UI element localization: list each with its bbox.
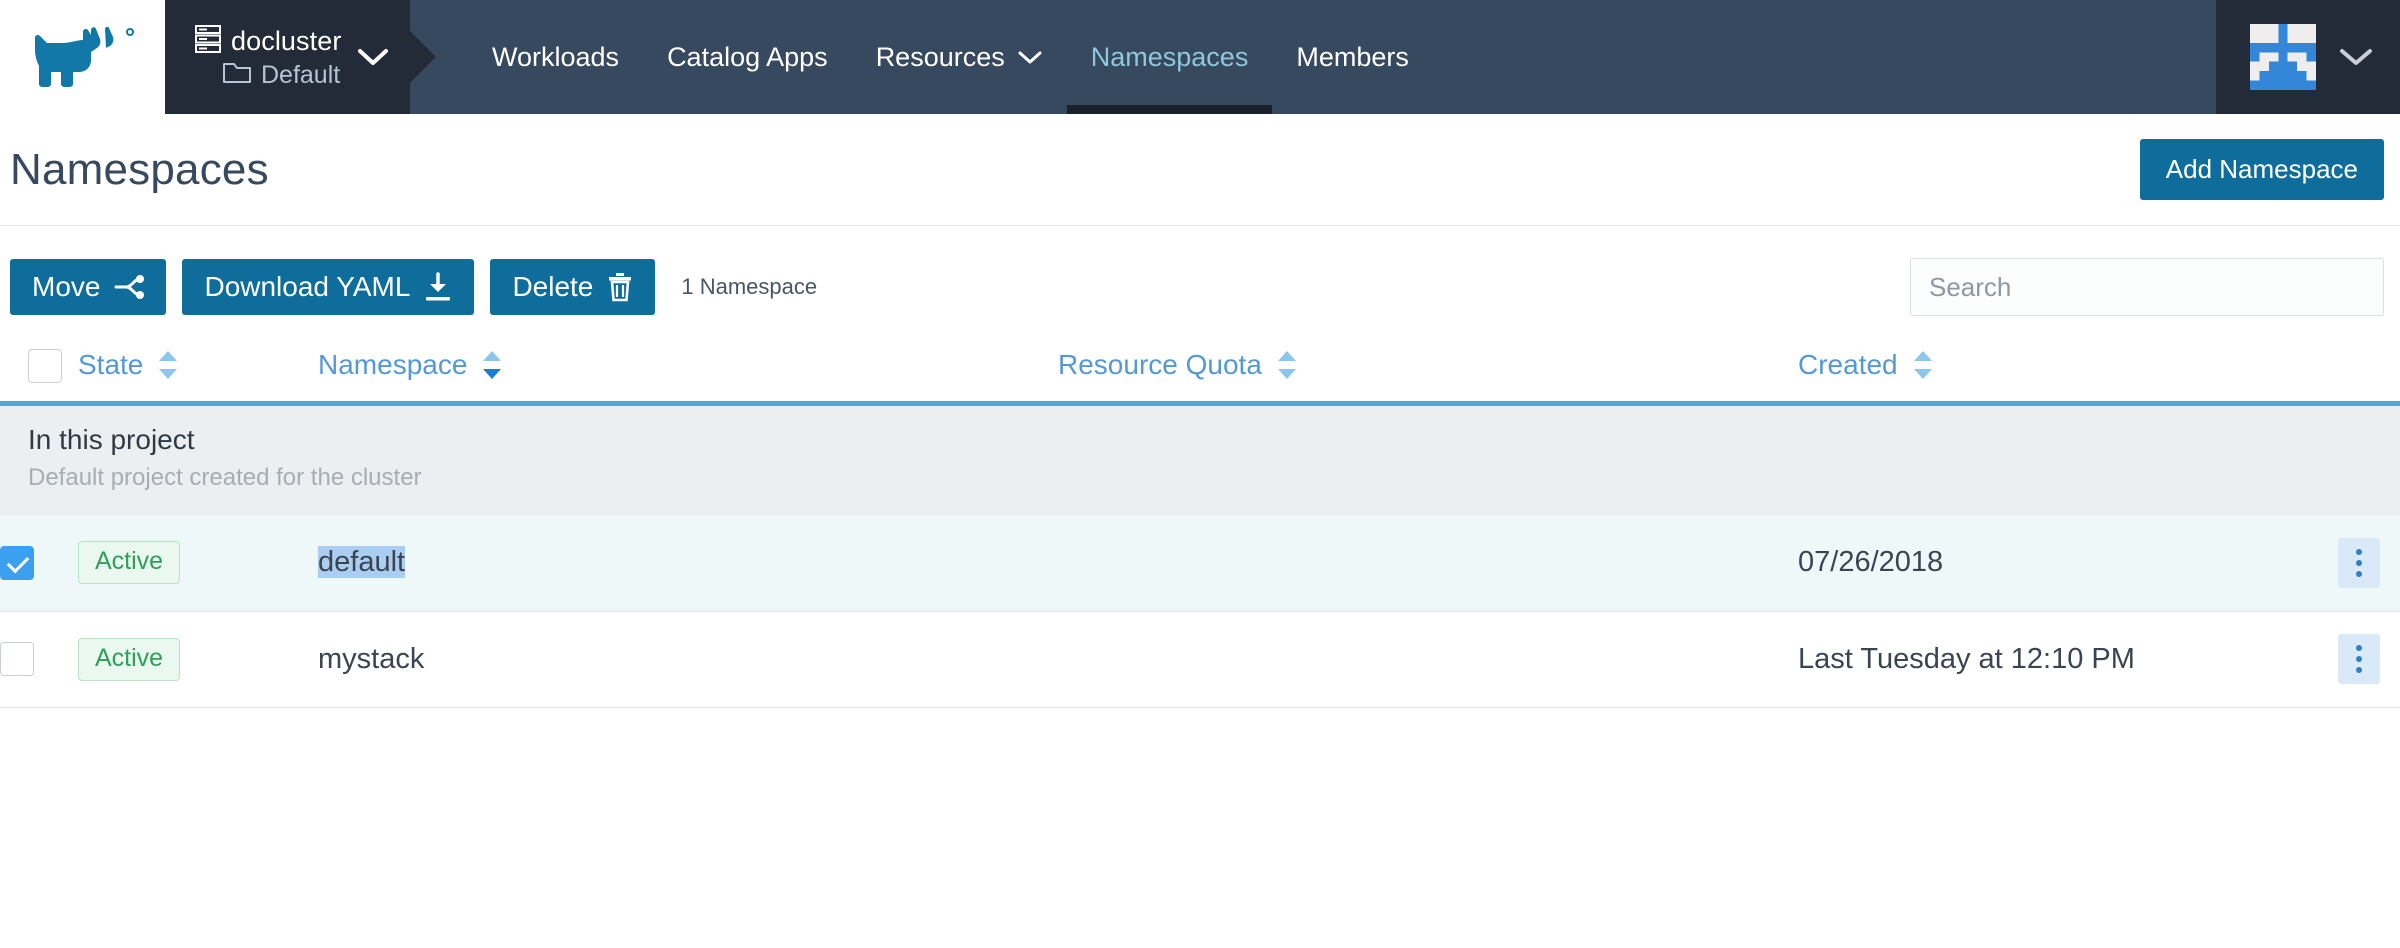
nav-label: Namespaces bbox=[1090, 41, 1249, 72]
delete-button-label: Delete bbox=[512, 271, 594, 302]
dot bbox=[2356, 548, 2362, 555]
group-title: In this project bbox=[28, 423, 195, 455]
table-row[interactable]: Active default 07/26/2018 bbox=[0, 515, 2400, 612]
nav-label: Members bbox=[1296, 41, 1409, 72]
sort-wrap: Namespace bbox=[318, 349, 503, 381]
namespace-link[interactable]: default bbox=[318, 546, 406, 579]
rancher-cow-logo-icon bbox=[29, 26, 137, 88]
column-label: Resource Quota bbox=[1058, 349, 1262, 381]
column-label: State bbox=[78, 349, 144, 381]
search-input[interactable] bbox=[1910, 258, 2384, 316]
column-header-created[interactable]: Created bbox=[1798, 336, 2298, 401]
row-created-cell: 07/26/2018 bbox=[1798, 515, 2298, 612]
group-subtitle: Default project created for the cluster bbox=[28, 464, 422, 492]
row-checkbox[interactable] bbox=[0, 642, 34, 677]
row-namespace-cell: mystack bbox=[318, 611, 1058, 708]
row-resource-quota-cell bbox=[1058, 515, 1798, 612]
namespaces-table: State Namespace Resource Quota Created I… bbox=[0, 336, 2400, 708]
cluster-selector-lines: docluster Default bbox=[195, 24, 342, 90]
group-header-cell: In this project Default project created … bbox=[0, 405, 2400, 516]
dot bbox=[2356, 645, 2362, 652]
sort-toggle-icon[interactable] bbox=[157, 350, 179, 380]
cluster-name: docluster bbox=[231, 25, 342, 56]
namespace-link[interactable]: mystack bbox=[318, 643, 424, 675]
folder-icon bbox=[223, 62, 251, 89]
user-identicon-avatar bbox=[2250, 24, 2316, 90]
user-menu[interactable] bbox=[2216, 0, 2400, 114]
sort-toggle-icon[interactable] bbox=[1912, 350, 1934, 380]
column-header-state[interactable]: State bbox=[78, 336, 318, 401]
select-all-checkbox[interactable] bbox=[28, 348, 62, 383]
nav-item-resources[interactable]: Resources bbox=[852, 0, 1067, 114]
row-select-cell bbox=[0, 515, 78, 612]
created-value: Last Tuesday at 12:10 PM bbox=[1798, 642, 2135, 675]
select-all-header bbox=[0, 336, 78, 401]
nav-item-workloads[interactable]: Workloads bbox=[468, 0, 643, 114]
column-label: Namespace bbox=[318, 349, 468, 381]
row-state-cell: Active bbox=[78, 515, 318, 612]
vertical-dots-icon[interactable] bbox=[2338, 634, 2380, 685]
sort-wrap: Created bbox=[1798, 349, 1934, 381]
move-branch-icon bbox=[114, 273, 145, 301]
row-state-cell: Active bbox=[78, 611, 318, 708]
group-header-row: In this project Default project created … bbox=[0, 405, 2400, 516]
dot bbox=[2356, 656, 2362, 663]
sort-toggle-icon[interactable] bbox=[481, 350, 503, 380]
row-actions-cell bbox=[2298, 515, 2400, 612]
sort-toggle-icon[interactable] bbox=[1276, 350, 1298, 380]
top-header: docluster Default Workloads Catalog Apps bbox=[0, 0, 2400, 114]
namespace-count-label: 1 Namespace bbox=[681, 274, 818, 299]
cluster-project-selector[interactable]: docluster Default bbox=[165, 0, 410, 114]
server-stack-icon bbox=[195, 24, 221, 58]
row-created-cell: Last Tuesday at 12:10 PM bbox=[1798, 611, 2298, 708]
column-header-resource-quota[interactable]: Resource Quota bbox=[1058, 336, 1798, 401]
row-checkbox[interactable] bbox=[0, 545, 34, 580]
vertical-dots-icon[interactable] bbox=[2338, 537, 2380, 588]
status-badge: Active bbox=[78, 637, 181, 681]
nav-item-namespaces[interactable]: Namespaces bbox=[1066, 0, 1273, 114]
delete-button[interactable]: Delete bbox=[490, 259, 656, 315]
created-value: 07/26/2018 bbox=[1798, 546, 1944, 579]
nav-label: Resources bbox=[875, 41, 1005, 72]
chevron-down-icon bbox=[1017, 49, 1043, 65]
main-navigation: Workloads Catalog Apps Resources Namespa… bbox=[410, 0, 2216, 114]
bulk-actions-toolbar: Move Download YAML Delete 1 Namespace Se… bbox=[0, 226, 2400, 336]
dot bbox=[2356, 667, 2362, 674]
column-label: Created bbox=[1798, 349, 1898, 381]
chevron-down-icon[interactable] bbox=[357, 47, 389, 67]
table-header-row: State Namespace Resource Quota Created bbox=[0, 336, 2400, 401]
column-header-actions bbox=[2298, 336, 2400, 401]
cluster-line: docluster bbox=[195, 24, 342, 58]
download-button-label: Download YAML bbox=[204, 271, 411, 302]
sort-wrap: State bbox=[78, 349, 179, 381]
move-button[interactable]: Move bbox=[10, 259, 167, 315]
table-body: In this project Default project created … bbox=[0, 405, 2400, 708]
chevron-down-icon[interactable] bbox=[2338, 46, 2374, 68]
table-row[interactable]: Active mystack Last Tuesday at 12:10 PM bbox=[0, 611, 2400, 708]
row-actions-cell bbox=[2298, 611, 2400, 708]
nav-item-catalog-apps[interactable]: Catalog Apps bbox=[643, 0, 852, 114]
row-resource-quota-cell bbox=[1058, 611, 1798, 708]
page-title: Namespaces bbox=[10, 144, 269, 194]
page-header: Namespaces Add Namespace bbox=[0, 114, 2400, 226]
status-badge: Active bbox=[78, 541, 181, 585]
row-namespace-cell: default bbox=[318, 515, 1058, 612]
download-icon bbox=[424, 272, 452, 302]
nav-label: Workloads bbox=[492, 41, 620, 72]
project-name: Default bbox=[261, 60, 341, 89]
column-header-namespace[interactable]: Namespace bbox=[318, 336, 1058, 401]
project-line: Default bbox=[195, 61, 341, 90]
rancher-logo[interactable] bbox=[0, 0, 165, 114]
trash-icon bbox=[607, 272, 633, 302]
nav-item-members[interactable]: Members bbox=[1272, 0, 1433, 114]
move-button-label: Move bbox=[32, 271, 101, 302]
add-namespace-button[interactable]: Add Namespace bbox=[2139, 139, 2384, 200]
download-yaml-button[interactable]: Download YAML bbox=[182, 259, 475, 315]
table-header: State Namespace Resource Quota Created bbox=[0, 336, 2400, 406]
sort-wrap: Resource Quota bbox=[1058, 349, 1298, 381]
dot bbox=[2356, 570, 2362, 577]
row-select-cell bbox=[0, 611, 78, 708]
dot bbox=[2356, 559, 2362, 566]
nav-label: Catalog Apps bbox=[667, 41, 828, 72]
